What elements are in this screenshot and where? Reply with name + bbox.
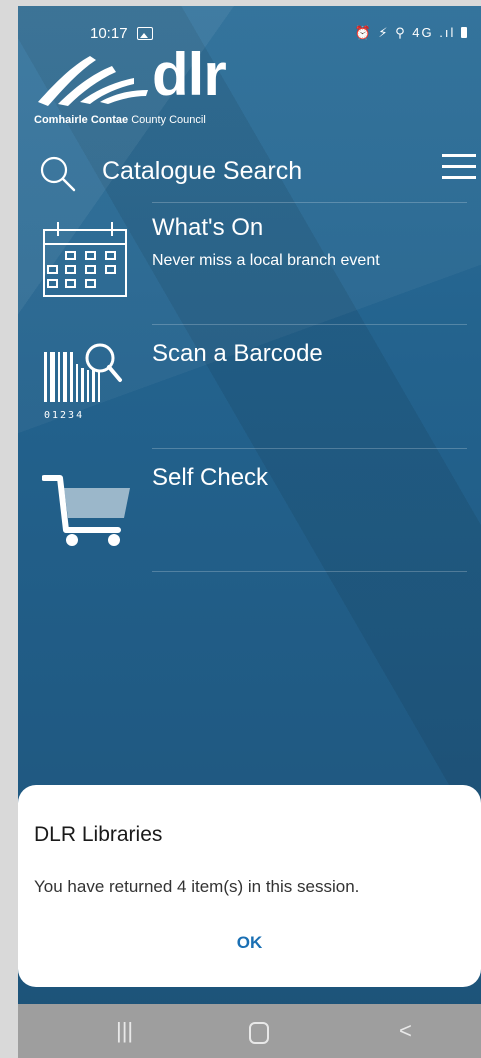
divider: [152, 448, 467, 449]
recents-button[interactable]: |||: [116, 1018, 133, 1044]
cart-icon: [42, 475, 130, 546]
divider: [152, 202, 467, 203]
status-bar: 10:17 ⏰ ⚡ ⚲ 4G .ıl: [18, 6, 481, 48]
menu-item-subtitle: Never miss a local branch event: [152, 252, 380, 269]
alert-dialog: DLR Libraries You have returned 4 item(s…: [18, 785, 481, 987]
divider: [152, 324, 467, 325]
dialog-message: You have returned 4 item(s) in this sess…: [34, 877, 360, 896]
menu-item-title: Self Check: [152, 464, 269, 491]
waves-logo-icon: [38, 56, 148, 106]
system-nav-bar: ||| <: [18, 1004, 481, 1058]
status-icons: ⏰ ⚡ ⚲ 4G .ıl: [355, 25, 467, 41]
barcode-digits: 01234: [44, 410, 84, 421]
status-time: 10:17: [90, 25, 128, 42]
back-button[interactable]: <: [399, 1018, 412, 1044]
menu-item-self-check[interactable]: Self Check: [18, 448, 481, 572]
home-button[interactable]: [249, 1022, 269, 1044]
calendar-icon: [43, 222, 127, 297]
council-rest: County Council: [131, 114, 206, 126]
battery-icon: [461, 27, 467, 38]
catalogue-search[interactable]: Catalogue Search: [18, 146, 481, 198]
logo-wordmark: dlr: [152, 41, 227, 108]
divider: [152, 571, 467, 572]
search-icon[interactable]: [38, 154, 78, 194]
logo-council-text: Comhairle Contae County Council: [34, 114, 206, 126]
menu-item-whats-on[interactable]: What's On Never miss a local branch even…: [18, 202, 481, 324]
menu-item-title: Scan a Barcode: [152, 340, 323, 367]
menu-item-scan-barcode[interactable]: 01234 Scan a Barcode: [18, 324, 481, 448]
gallery-icon: [137, 27, 153, 40]
dialog-title: DLR Libraries: [34, 823, 163, 846]
barcode-icon: 01234: [44, 343, 122, 421]
search-label[interactable]: Catalogue Search: [102, 157, 302, 186]
status-icons-text: ⏰ ⚡ ⚲ 4G .ıl: [354, 25, 456, 40]
council-bold: Comhairle Contae: [34, 114, 129, 126]
hamburger-menu-icon[interactable]: [442, 152, 476, 180]
menu-item-title: What's On: [152, 214, 264, 241]
ok-button[interactable]: OK: [18, 933, 481, 953]
